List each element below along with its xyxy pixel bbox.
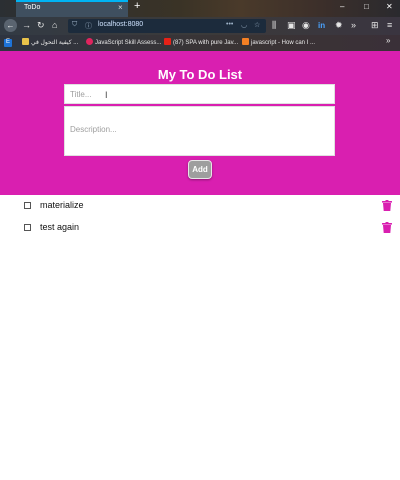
bookmark-favicon-icon [22,38,29,45]
new-tab-icon[interactable]: + [134,0,140,12]
bookmark-item[interactable]: كيفية التحول في ... [22,38,78,46]
trash-icon[interactable] [382,222,392,233]
reload-icon[interactable]: ↻ [37,20,45,31]
url-text[interactable]: localhost:8080 [98,21,143,28]
browser-tab-bar: ToDo × + – □ ✕ [0,0,400,17]
add-button[interactable]: Add [188,160,212,179]
page-actions-icon[interactable]: ••• [226,21,233,28]
browser-tab[interactable]: ToDo × [16,0,128,17]
library-icon[interactable]: ⫼ [272,20,276,31]
tab-title: ToDo [24,4,41,11]
settings-extension-icon[interactable]: ✹ [335,20,343,31]
todo-text: test again [40,222,80,232]
bookmark-item[interactable]: (87) SPA with pure Jav... [164,38,238,46]
description-input[interactable] [64,106,335,156]
url-bar[interactable]: ⛉ ⓘ localhost:8080 ••• ◡ ☆ [68,19,266,33]
text-cursor-icon: I [105,90,108,100]
bookmark-item[interactable]: JavaScript Skill Assess... [86,38,161,46]
extension-icon[interactable]: ◉ [302,20,310,31]
bookmark-favicon-icon [86,38,93,45]
minimize-icon[interactable]: – [340,2,344,11]
bookmark-label: javascript - How can I ... [251,40,316,46]
home-icon[interactable]: ⌂ [52,20,57,31]
todo-header: My To Do List I Add [0,51,400,195]
tab-close-icon[interactable]: × [118,3,123,12]
todo-checkbox[interactable] [24,202,31,209]
trash-icon[interactable] [382,200,392,211]
maximize-icon[interactable]: □ [364,2,369,11]
todo-checkbox[interactable] [24,224,31,231]
todo-text: materialize [40,200,84,210]
back-icon[interactable]: ← [4,19,17,32]
info-icon[interactable]: ⓘ [85,21,92,31]
menu-icon[interactable]: ≡ [387,20,392,31]
bookmark-favicon-icon [242,38,249,45]
overflow-chevron-icon[interactable]: » [351,20,356,31]
pocket-icon[interactable]: ◡ [241,21,247,29]
bookmark-favicon-icon: E [4,39,12,47]
list-item: materialize [0,195,400,217]
bookmark-favicon-icon [164,38,171,45]
bookmark-label: (87) SPA with pure Jav... [173,40,239,46]
bookmark-label: كيفية التحول في ... [31,40,79,46]
bookmarks-overflow-icon[interactable]: » [386,36,390,45]
gift-icon[interactable]: ⊞ [371,20,379,31]
bookmark-star-icon[interactable]: ☆ [254,21,260,29]
forward-icon[interactable]: → [22,20,31,31]
shield-icon[interactable]: ⛉ [72,21,77,29]
bookmark-item[interactable]: javascript - How can I ... [242,38,315,46]
close-window-icon[interactable]: ✕ [386,2,393,11]
browser-nav-bar: ← → ↻ ⌂ ⛉ ⓘ localhost:8080 ••• ◡ ☆ ⫼ ▣ ◉… [0,17,400,35]
page-title: My To Do List [157,67,243,82]
list-item: test again [0,217,400,239]
linkedin-icon[interactable]: in [318,20,325,31]
sidebar-icon[interactable]: ▣ [287,20,296,31]
bookmark-label: JavaScript Skill Assess... [95,40,162,46]
bookmarks-bar: E كيفية التحول في ... JavaScript Skill A… [0,35,400,51]
bookmark-item[interactable]: E [4,38,14,47]
